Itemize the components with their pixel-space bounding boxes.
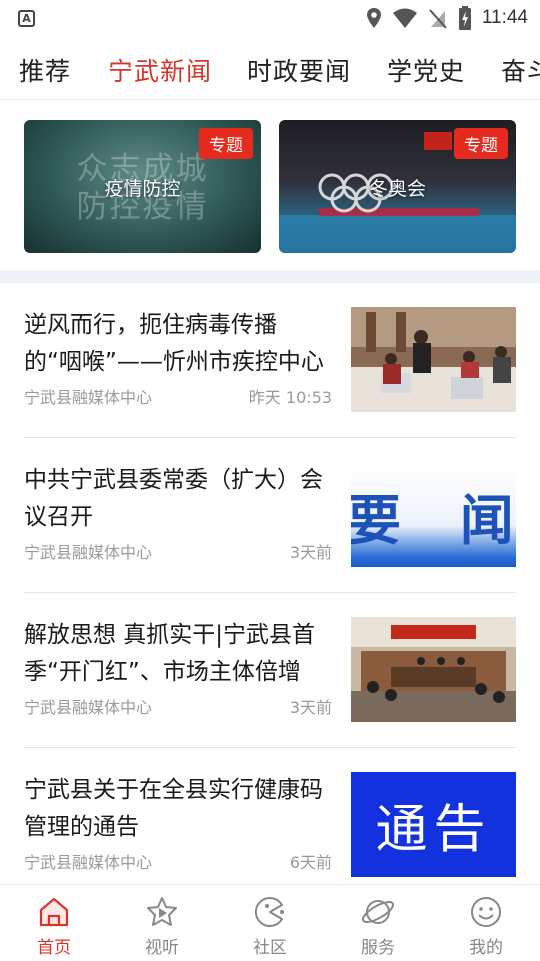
news-thumbnail: 要 闻 (351, 462, 516, 567)
news-title: 中共宁武县委常委（扩大）会议召开 (24, 467, 323, 530)
topic-badge: 专题 (199, 128, 253, 159)
profile-icon (471, 897, 501, 927)
list-item[interactable]: 宁武县关于在全县实行健康码管理的通告 宁武县融媒体中心 6天前 通告 (24, 748, 516, 903)
news-thumbnail (351, 307, 516, 412)
nav-label: 首页 (37, 938, 71, 958)
home-icon (39, 897, 69, 927)
news-time: 昨天 10:53 (248, 388, 332, 407)
nav-service[interactable]: 服务 (324, 885, 432, 961)
news-time: 3天前 (289, 698, 332, 717)
nav-label: 社区 (253, 938, 287, 958)
nav-home[interactable]: 首页 (0, 885, 108, 961)
news-time: 3天前 (289, 543, 332, 562)
nav-community[interactable]: 社区 (216, 885, 324, 961)
tab-politics[interactable]: 时政要闻 (247, 52, 351, 88)
nav-label: 视听 (145, 938, 179, 958)
list-item[interactable]: 逆风而行，扼住病毒传播的“咽喉”——忻州市疾控中心 宁武县融媒体中心 昨天 10… (24, 283, 516, 438)
news-source: 宁武县融媒体中心 (24, 853, 153, 872)
section-divider (0, 270, 540, 283)
tab-struggle[interactable]: 奋斗 (501, 52, 540, 88)
news-source: 宁武县融媒体中心 (24, 543, 153, 562)
news-time: 6天前 (289, 853, 332, 872)
app-indicator-icon: A (18, 10, 35, 27)
status-bar: A 11:44 (0, 0, 540, 36)
nav-label: 服务 (361, 938, 395, 958)
news-thumbnail (351, 617, 516, 722)
thumb-text: 要 闻 (351, 488, 516, 552)
tab-ningwu-news[interactable]: 宁武新闻 (108, 52, 212, 88)
topic-card-epidemic[interactable]: 众志成城 防控疫情 疫情防控 专题 (24, 120, 261, 253)
channel-tabs: 推荐 宁武新闻 时政要闻 学党史 奋斗 (0, 40, 540, 100)
tab-recommend[interactable]: 推荐 (19, 52, 71, 88)
topic-cards: 众志成城 防控疫情 疫情防控 专题 冬奥会 专题 (0, 100, 540, 270)
news-source: 宁武县融媒体中心 (24, 388, 153, 407)
battery-charging-icon (458, 6, 471, 30)
nav-video[interactable]: 视听 (108, 885, 216, 961)
list-item[interactable]: 中共宁武县委常委（扩大）会议召开 宁武县融媒体中心 3天前 要 闻 (24, 438, 516, 593)
no-signal-icon (429, 9, 447, 29)
news-title: 解放思想 真抓实干|宁武县首季“开门红”、市场主体倍增 (24, 622, 316, 685)
tab-party-history[interactable]: 学党史 (387, 52, 465, 88)
status-time: 11:44 (481, 7, 528, 28)
nav-label: 我的 (469, 938, 503, 958)
topic-title: 疫情防控 (104, 178, 181, 200)
list-item[interactable]: 解放思想 真抓实干|宁武县首季“开门红”、市场主体倍增 宁武县融媒体中心 3天前 (24, 593, 516, 748)
bottom-nav: 首页 视听 社区 服务 我的 (0, 884, 540, 960)
wifi-icon (392, 8, 417, 28)
topic-card-winter-olympics[interactable]: 冬奥会 专题 (279, 120, 516, 253)
service-icon (361, 900, 395, 924)
thumb-text: 通告 (375, 800, 492, 860)
news-thumbnail: 通告 (351, 772, 516, 877)
news-title: 宁武县关于在全县实行健康码管理的通告 (24, 777, 323, 840)
topic-badge: 专题 (454, 128, 508, 159)
nav-profile[interactable]: 我的 (432, 885, 540, 961)
community-icon (254, 897, 284, 927)
video-icon (147, 897, 177, 926)
news-source: 宁武县融媒体中心 (24, 698, 153, 717)
news-title: 逆风而行，扼住病毒传播的“咽喉”——忻州市疾控中心 (24, 312, 324, 375)
location-icon (366, 8, 381, 28)
topic-title: 冬奥会 (368, 178, 426, 200)
